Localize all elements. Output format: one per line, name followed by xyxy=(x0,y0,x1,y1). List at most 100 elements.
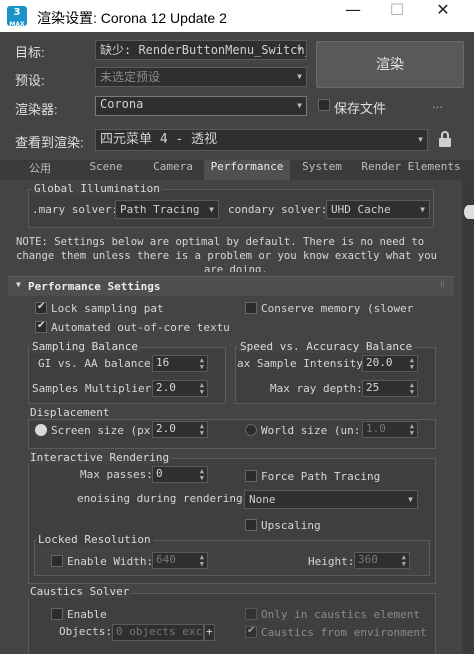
max-ray-depth-value: 25 xyxy=(366,381,380,394)
tab-render-elements[interactable]: Render Elements xyxy=(354,160,468,180)
renderer-dropdown[interactable]: Corona ▼ xyxy=(95,96,307,116)
spinner-arrows-icon: ▲ ▼ xyxy=(199,422,204,437)
tab-camera[interactable]: Camera xyxy=(142,160,204,180)
tab-performance[interactable]: Performance xyxy=(204,160,290,180)
view-dropdown[interactable]: 四元菜单 4 - 透视 ▼ xyxy=(95,129,428,151)
chevron-down-icon: ▼ xyxy=(209,205,214,214)
close-button[interactable]: ✕ xyxy=(420,0,466,32)
tab-scene[interactable]: Scene xyxy=(72,160,140,180)
speed-accuracy-title: Speed vs. Accuracy Balance xyxy=(238,340,415,353)
samples-multiplier-label: Samples Multiplier: xyxy=(32,382,158,395)
chevron-down-icon: ▼ xyxy=(408,495,413,504)
primary-solver-dropdown[interactable]: Path Tracing ▼ xyxy=(115,200,219,219)
width-spinner[interactable]: 640 ▲ ▼ xyxy=(152,552,208,569)
collapse-arrow-icon: ▼ xyxy=(16,280,21,289)
spinner-arrows-icon: ▲ ▼ xyxy=(199,356,204,371)
locked-resolution-title: Locked Resolution xyxy=(36,533,153,546)
gi-aa-value: 16 xyxy=(156,356,170,369)
spinner-arrows-icon: ▲ ▼ xyxy=(409,381,414,396)
sampling-balance-title: Sampling Balance xyxy=(30,340,140,353)
scrollbar[interactable] xyxy=(462,180,474,654)
caustics-enable-checkbox[interactable] xyxy=(51,608,63,620)
enable-width-checkbox[interactable] xyxy=(51,555,63,567)
render-button[interactable]: 渲染 xyxy=(316,41,464,88)
chevron-down-icon: ▼ xyxy=(297,101,302,110)
spinner-arrows-icon: ▲ ▼ xyxy=(409,422,414,437)
max-ray-depth-spinner[interactable]: 25 ▲ ▼ xyxy=(362,380,418,397)
secondary-solver-label: condary solver: xyxy=(228,203,328,216)
width-value: 640 xyxy=(156,553,176,566)
upscaling-checkbox[interactable] xyxy=(245,519,257,531)
gi-title: Global Illumination xyxy=(32,182,162,195)
primary-solver-value: Path Tracing xyxy=(120,203,200,216)
save-file-checkbox[interactable] xyxy=(318,99,330,111)
chevron-down-icon: ▼ xyxy=(418,135,423,144)
grip-icon: ⁞⁞ xyxy=(440,280,446,290)
spinner-arrows-icon: ▲ ▼ xyxy=(199,381,204,396)
samples-multiplier-spinner[interactable]: 2.0 ▲ ▼ xyxy=(152,380,208,397)
caustics-title: Caustics Solver xyxy=(28,585,132,598)
edge-icon xyxy=(464,205,474,219)
secondary-solver-value: UHD Cache xyxy=(331,203,391,216)
spinner-arrows-icon: ▲ ▼ xyxy=(199,553,204,568)
lock-icon[interactable] xyxy=(439,131,451,147)
spinner-arrows-icon: ▲ ▼ xyxy=(401,553,406,568)
objects-field[interactable]: 0 objects excl xyxy=(112,624,204,641)
minimize-button[interactable]: — xyxy=(330,0,376,32)
primary-solver-label: .mary solver: xyxy=(32,203,119,216)
app-icon: 3 MAX xyxy=(7,6,27,28)
lock-sampling-checkbox[interactable] xyxy=(35,301,47,314)
target-value: 缺少: RenderButtonMenu_Switch_T xyxy=(100,43,307,57)
caustics-env-label: Caustics from environment xyxy=(261,626,427,639)
target-label: 目标: xyxy=(15,45,45,60)
max-intensity-spinner[interactable]: 20.0 ▲ ▼ xyxy=(362,355,418,372)
max-intensity-label: ax Sample Intensity: xyxy=(237,357,370,370)
lock-sampling-label: Lock sampling pat xyxy=(51,302,164,315)
renderer-value: Corona xyxy=(100,97,144,111)
chevron-down-icon: ▼ xyxy=(297,45,302,54)
gi-aa-label: GI vs. AA balance: xyxy=(38,357,158,370)
preset-value: 未选定预设 xyxy=(100,70,161,84)
preset-label: 预设: xyxy=(15,73,45,88)
maximize-button[interactable]: ☐ xyxy=(374,0,420,32)
tab-bar: 公用 Scene Camera Performance System Rende… xyxy=(0,160,474,180)
only-caustics-checkbox[interactable] xyxy=(245,608,257,620)
world-size-value: 1.0 xyxy=(366,422,386,435)
more-button[interactable]: ... xyxy=(432,96,443,111)
max-passes-spinner[interactable]: 0 ▲ ▼ xyxy=(152,466,208,483)
out-of-core-label: Automated out-of-core textu xyxy=(51,321,230,334)
caustics-group xyxy=(28,593,436,654)
objects-add-button[interactable]: + xyxy=(204,624,215,641)
denoising-label: enoising during rendering: xyxy=(77,492,250,505)
force-path-tracing-checkbox[interactable] xyxy=(245,470,257,482)
screen-size-radio[interactable] xyxy=(35,424,47,436)
conserve-memory-checkbox[interactable] xyxy=(245,302,257,314)
caustics-env-checkbox[interactable] xyxy=(245,625,257,638)
height-label: Height: xyxy=(308,555,355,568)
height-spinner[interactable]: 360 ▲ ▼ xyxy=(354,552,410,569)
performance-header-title: Performance Settings xyxy=(28,280,161,293)
objects-label: Objects: xyxy=(59,625,112,638)
tab-system[interactable]: System xyxy=(292,160,352,180)
denoising-value: None xyxy=(249,493,276,506)
gi-aa-spinner[interactable]: 16 ▲ ▼ xyxy=(152,355,208,372)
preset-dropdown[interactable]: 未选定预设 ▼ xyxy=(95,67,307,87)
screen-size-label: Screen size (px) xyxy=(51,424,157,437)
screen-size-spinner[interactable]: 2.0 ▲ ▼ xyxy=(152,421,208,438)
samples-multiplier-value: 2.0 xyxy=(156,381,176,394)
height-value: 360 xyxy=(358,553,378,566)
world-size-radio[interactable] xyxy=(245,424,257,436)
target-dropdown[interactable]: 缺少: RenderButtonMenu_Switch_T ▼ xyxy=(95,40,307,60)
tab-common[interactable]: 公用 xyxy=(10,160,70,180)
renderer-label: 渲染器: xyxy=(15,102,58,117)
note-line-3: are doing. xyxy=(204,264,268,272)
world-size-label: World size (un: xyxy=(261,424,361,437)
chevron-down-icon: ▼ xyxy=(420,205,425,214)
out-of-core-checkbox[interactable] xyxy=(35,320,47,333)
performance-panel: Global Illumination .mary solver: Path T… xyxy=(0,180,462,654)
note-box: NOTE: Settings below are optimal by defa… xyxy=(16,232,446,272)
world-size-spinner[interactable]: 1.0 ▲ ▼ xyxy=(362,421,418,438)
performance-rollout-header[interactable]: ▼ Performance Settings ⁞⁞ xyxy=(8,276,454,296)
secondary-solver-dropdown[interactable]: UHD Cache ▼ xyxy=(326,200,430,219)
denoising-dropdown[interactable]: None ▼ xyxy=(244,490,418,509)
